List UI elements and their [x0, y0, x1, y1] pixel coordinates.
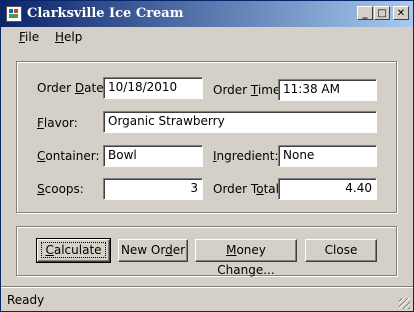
app-icon[interactable]	[6, 6, 22, 22]
container-field[interactable]: Bowl	[103, 145, 203, 167]
money-change-button[interactable]: Money Change...	[195, 239, 297, 277]
close-button[interactable]: Close	[305, 239, 377, 262]
scoops-field[interactable]: 3	[103, 178, 203, 200]
menu-bar: File Help	[1, 28, 413, 48]
status-text: Ready	[7, 293, 45, 307]
maximize-button[interactable]: □	[374, 6, 390, 20]
order-date-field[interactable]: 10/18/2010	[103, 77, 203, 99]
close-window-button[interactable]: ✕	[393, 6, 409, 20]
window-title: Clarksville Ice Cream	[27, 6, 184, 21]
order-time-label: Order Time:	[213, 83, 285, 97]
calculate-button[interactable]: Calculate	[36, 238, 111, 263]
order-total-label: Order Total:	[213, 182, 283, 196]
scoops-label: Scoops:	[37, 182, 84, 196]
resize-grip-icon[interactable]	[399, 298, 410, 309]
new-order-button[interactable]: New Order	[118, 239, 188, 262]
order-total-field[interactable]: 4.40	[278, 178, 377, 200]
status-bar: Ready	[1, 287, 413, 312]
ingredient-field[interactable]: None	[278, 145, 377, 167]
app-window: Clarksville Ice Cream _ □ ✕ File Help Or…	[0, 0, 414, 312]
menu-file[interactable]: File	[19, 30, 39, 44]
ingredient-label: Ingredient:	[213, 149, 279, 163]
flavor-label: Flavor:	[37, 116, 78, 130]
order-date-label: Order Date:	[37, 81, 108, 95]
flavor-field[interactable]: Organic Strawberry	[103, 111, 377, 133]
title-bar[interactable]: Clarksville Ice Cream _ □ ✕	[1, 1, 413, 27]
order-time-field[interactable]: 11:38 AM	[278, 79, 377, 101]
minimize-button[interactable]: _	[357, 6, 373, 20]
menu-help[interactable]: Help	[55, 30, 82, 44]
container-label: Container:	[37, 149, 100, 163]
